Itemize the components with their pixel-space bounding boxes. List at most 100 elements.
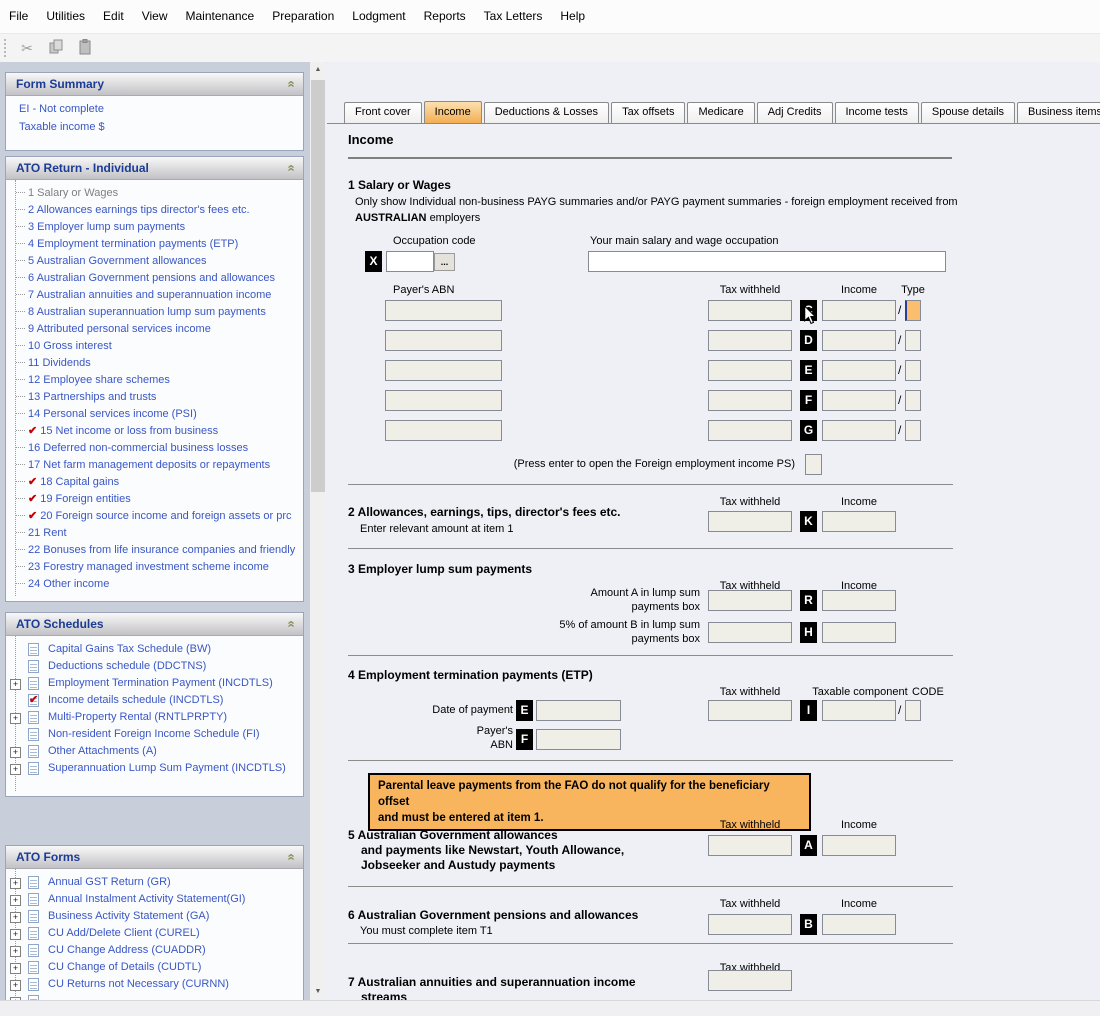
income-input[interactable] — [822, 914, 896, 935]
menu-item[interactable]: Reports — [415, 0, 475, 33]
expand-plus-icon[interactable]: + — [10, 946, 21, 957]
tax-withheld-input[interactable] — [708, 390, 792, 411]
schedule-item[interactable]: Capital Gains Tax Schedule (BW) — [6, 641, 303, 658]
tree-item[interactable]: 4 Employment termination payments (ETP) — [6, 236, 303, 253]
occupation-code-input[interactable] — [386, 251, 434, 272]
tree-item[interactable]: 22 Bonuses from life insurance companies… — [6, 542, 303, 559]
scroll-up-button[interactable]: ▲ — [310, 62, 326, 78]
expand-plus-icon[interactable]: + — [10, 878, 21, 889]
tree-item[interactable]: 5 Australian Government allowances — [6, 253, 303, 270]
collapse-icon[interactable]: « — [286, 620, 296, 627]
main-occupation-input[interactable] — [588, 251, 946, 272]
tree-item[interactable]: 24 Other income — [6, 576, 303, 593]
summary-link[interactable]: Taxable income $ — [6, 118, 303, 136]
scroll-thumb[interactable] — [311, 80, 325, 492]
type-input[interactable] — [905, 390, 921, 411]
tree-item[interactable]: 1 Salary or Wages — [6, 185, 303, 202]
tree-item[interactable]: 3 Employer lump sum payments — [6, 219, 303, 236]
expand-plus-icon[interactable]: + — [10, 895, 21, 906]
form-item[interactable]: + Annual Instalment Activity Statement(G… — [6, 891, 303, 908]
tree-item[interactable]: 10 Gross interest — [6, 338, 303, 355]
tree-item[interactable]: 14 Personal services income (PSI) — [6, 406, 303, 423]
expand-plus-icon[interactable]: + — [10, 747, 21, 758]
tab[interactable]: Adj Credits — [757, 102, 833, 123]
payer-abn-input[interactable] — [385, 390, 502, 411]
menu-item[interactable]: Utilities — [37, 0, 94, 33]
tab[interactable]: Deductions & Losses — [484, 102, 609, 123]
tax-withheld-input[interactable] — [708, 590, 792, 611]
schedule-item[interactable]: Non-resident Foreign Income Schedule (FI… — [6, 726, 303, 743]
income-input[interactable] — [822, 360, 896, 381]
income-input[interactable] — [822, 390, 896, 411]
tab[interactable]: Tax offsets — [611, 102, 685, 123]
form-item[interactable]: + CU Add/Delete Client (CUREL) — [6, 925, 303, 942]
code-input[interactable] — [905, 700, 921, 721]
sidebar-scrollbar[interactable]: ▲ ▼ — [310, 62, 326, 1000]
tree-item[interactable]: 8 Australian superannuation lump sum pay… — [6, 304, 303, 321]
tax-withheld-input[interactable] — [708, 511, 792, 532]
ato-schedules-header[interactable]: ATO Schedules « — [6, 613, 303, 636]
form-summary-header[interactable]: Form Summary « — [6, 73, 303, 96]
tree-item[interactable]: 2 Allowances earnings tips director's fe… — [6, 202, 303, 219]
menu-item[interactable]: Edit — [94, 0, 133, 33]
tree-item[interactable]: 21 Rent — [6, 525, 303, 542]
expand-plus-icon[interactable]: + — [10, 713, 21, 724]
tree-item[interactable]: 6 Australian Government pensions and all… — [6, 270, 303, 287]
tree-item[interactable]: 9 Attributed personal services income — [6, 321, 303, 338]
schedule-item[interactable]: + Other Attachments (A) — [6, 743, 303, 760]
income-input[interactable] — [822, 330, 896, 351]
menu-item[interactable]: View — [133, 0, 177, 33]
type-input[interactable] — [905, 330, 921, 351]
payer-abn-input[interactable] — [536, 729, 621, 750]
schedule-item[interactable]: + Superannuation Lump Sum Payment (INCDT… — [6, 760, 303, 777]
tax-withheld-input[interactable] — [708, 330, 792, 351]
type-input[interactable] — [905, 300, 921, 321]
expand-plus-icon[interactable]: + — [10, 980, 21, 991]
income-input[interactable] — [822, 622, 896, 643]
form-item[interactable]: + Business Activity Statement (GA) — [6, 908, 303, 925]
taxable-component-input[interactable] — [822, 700, 896, 721]
payer-abn-input[interactable] — [385, 420, 502, 441]
income-input[interactable] — [822, 511, 896, 532]
date-of-payment-input[interactable] — [536, 700, 621, 721]
income-input[interactable] — [822, 835, 896, 856]
tax-withheld-input[interactable] — [708, 835, 792, 856]
menu-item[interactable]: Help — [551, 0, 594, 33]
tree-item[interactable]: 17 Net farm management deposits or repay… — [6, 457, 303, 474]
tree-item[interactable]: ✔19 Foreign entities — [6, 491, 303, 508]
tax-withheld-input[interactable] — [708, 914, 792, 935]
menu-item[interactable]: Lodgment — [343, 0, 414, 33]
tree-item[interactable]: 13 Partnerships and trusts — [6, 389, 303, 406]
expand-plus-icon[interactable]: + — [10, 764, 21, 775]
tab[interactable]: Income tests — [835, 102, 919, 123]
tree-item[interactable]: 7 Australian annuities and superannuatio… — [6, 287, 303, 304]
tree-item[interactable]: 16 Deferred non-commercial business loss… — [6, 440, 303, 457]
scroll-down-button[interactable]: ▼ — [310, 984, 326, 1000]
schedule-item[interactable]: + Multi-Property Rental (RNTLPRPTY) — [6, 709, 303, 726]
collapse-icon[interactable]: « — [286, 80, 296, 87]
expand-plus-icon[interactable]: + — [10, 679, 21, 690]
tree-item[interactable]: ✔18 Capital gains — [6, 474, 303, 491]
form-item[interactable]: + CU Change of Details (CUDTL) — [6, 959, 303, 976]
tree-item[interactable]: 23 Forestry managed investment scheme in… — [6, 559, 303, 576]
form-item[interactable]: + CU Returns not Necessary (CURNN) — [6, 976, 303, 993]
schedule-item[interactable]: + Employment Termination Payment (INCDTL… — [6, 675, 303, 692]
tax-withheld-input[interactable] — [708, 622, 792, 643]
tree-item[interactable]: ✔20 Foreign source income and foreign as… — [6, 508, 303, 525]
tab[interactable]: Spouse details — [921, 102, 1015, 123]
tree-item[interactable]: ✔15 Net income or loss from business — [6, 423, 303, 440]
collapse-icon[interactable]: « — [286, 853, 296, 860]
form-item[interactable]: + CU Change Address (CUADDR) — [6, 942, 303, 959]
ato-return-header[interactable]: ATO Return - Individual « — [6, 157, 303, 180]
payer-abn-input[interactable] — [385, 360, 502, 381]
foreign-employment-box[interactable] — [805, 454, 822, 475]
summary-link[interactable]: EI - Not complete — [6, 100, 303, 118]
collapse-icon[interactable]: « — [286, 164, 296, 171]
paste-icon[interactable] — [75, 39, 95, 57]
tab[interactable]: Front cover — [344, 102, 422, 123]
type-input[interactable] — [905, 420, 921, 441]
ato-forms-header[interactable]: ATO Forms « — [6, 846, 303, 869]
menu-item[interactable]: Preparation — [263, 0, 343, 33]
expand-plus-icon[interactable]: + — [10, 912, 21, 923]
cut-icon[interactable]: ✂ — [17, 39, 37, 57]
